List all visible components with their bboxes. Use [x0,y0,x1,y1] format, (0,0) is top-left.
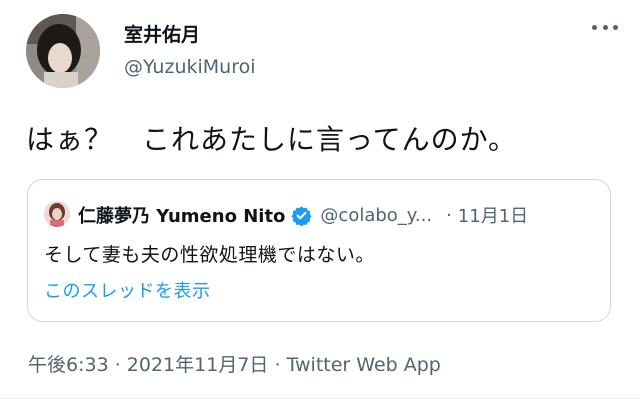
quoted-separator: · [446,204,452,226]
quoted-header: 仁藤夢乃 Yumeno Nito @colabo_y... · 11月1日 [78,202,598,228]
tweet-source[interactable]: Twitter Web App [287,354,441,376]
bottom-divider [0,398,640,399]
tweet-time[interactable]: 午後6:33 [28,354,109,376]
author-handle[interactable]: @YuzukiMuroi [124,56,256,78]
quoted-tweet-card[interactable]: 仁藤夢乃 Yumeno Nito @colabo_y... · 11月1日 そし… [27,179,611,322]
quoted-display-name[interactable]: 仁藤夢乃 Yumeno Nito [78,202,285,228]
quoted-handle[interactable]: @colabo_y... [320,205,432,226]
quoted-author-avatar [44,201,70,227]
author-display-name[interactable]: 室井佑月 [124,20,200,47]
tweet-text: はぁ？ これあたしに言ってんのか。 [26,123,518,156]
quoted-date[interactable]: 11月1日 [458,202,528,228]
meta-separator: · [108,354,127,376]
tweet-metadata: 午後6:33 · 2021年11月7日 · Twitter Web App [28,350,441,377]
show-thread-link[interactable]: このスレッドを表示 [44,277,211,303]
more-dot [613,24,618,30]
author-avatar[interactable] [26,14,100,88]
more-dot [602,24,608,30]
quoted-avatar-photo [44,201,70,227]
verified-badge-icon [291,205,312,226]
quoted-text: そして妻も夫の性欲処理機ではない。 [44,244,375,266]
more-dot [592,24,597,30]
meta-separator: · [268,354,287,376]
avatar-photo [26,14,100,88]
tweet-date[interactable]: 2021年11月7日 [127,354,269,376]
more-icon[interactable] [592,20,618,34]
